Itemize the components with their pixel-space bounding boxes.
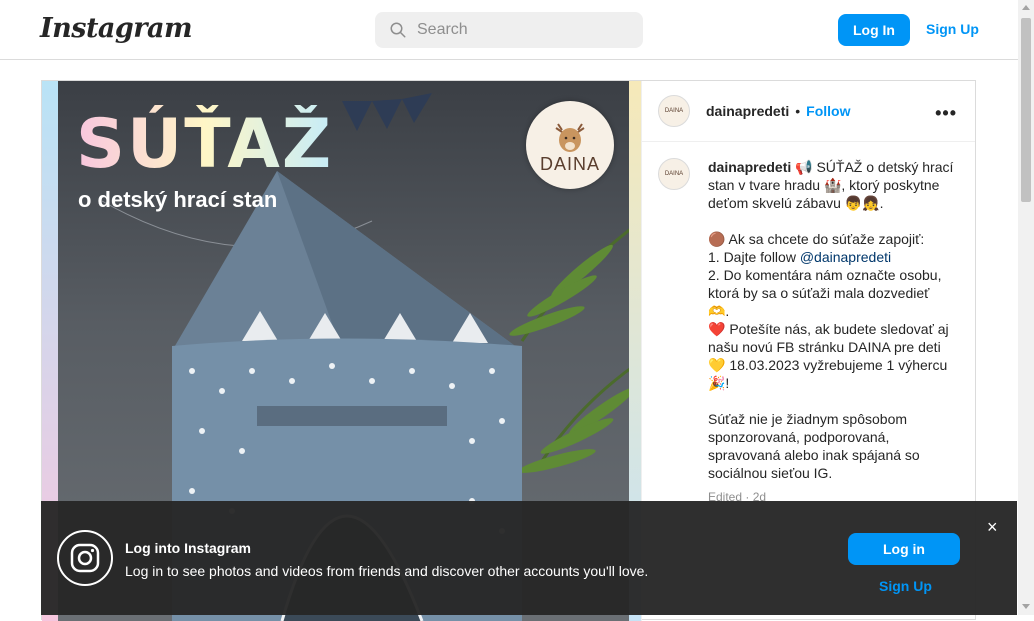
deer-icon — [555, 123, 585, 152]
image-title: SÚŤAŽ — [76, 105, 334, 184]
scroll-down-arrow-icon[interactable] — [1022, 604, 1030, 609]
search-bar[interactable] — [375, 12, 643, 48]
banner-text: Log in to see photos and videos from fri… — [125, 563, 649, 579]
post-caption: DAINA dainapredeti 📢 SÚŤAŽ o detský hrac… — [642, 142, 975, 506]
caption-mention-link[interactable]: @dainapredeti — [800, 249, 891, 265]
caption-avatar-text: DAINA — [664, 171, 684, 177]
search-icon — [390, 22, 406, 38]
daina-logo-text: DAINA — [539, 154, 600, 174]
caption-line-7: Súťaž nie je žiadnym spôsobom sponzorova… — [708, 411, 920, 481]
login-banner: Log into Instagram Log in to see photos … — [41, 501, 1017, 615]
instagram-icon — [57, 530, 113, 586]
banner-signup-link[interactable]: Sign Up — [879, 578, 932, 594]
separator-dot: • — [795, 103, 801, 119]
search-input[interactable] — [417, 21, 617, 39]
more-options-icon[interactable]: ••• — [935, 103, 957, 124]
post-username[interactable]: dainapredeti — [706, 103, 789, 119]
instagram-logo[interactable]: Instagram — [40, 13, 193, 44]
image-subtitle: o detský hrací stan — [78, 187, 278, 212]
scroll-up-arrow-icon[interactable] — [1022, 5, 1030, 10]
caption-avatar[interactable]: DAINA — [658, 158, 690, 190]
login-button[interactable]: Log In — [838, 14, 910, 46]
caption-line-3: 1. Dajte follow — [708, 249, 800, 265]
banner-title: Log into Instagram — [125, 540, 251, 556]
caption-line-2: 🟤 Ak sa chcete do súťaže zapojiť: — [708, 231, 925, 247]
caption-username[interactable]: dainapredeti — [708, 159, 791, 175]
top-nav: Instagram Log In Sign Up — [0, 0, 1018, 60]
caption-line-6: 💛 18.03.2023 vyžrebujeme 1 výhercu 🎉! — [708, 357, 948, 391]
signup-link[interactable]: Sign Up — [926, 21, 979, 37]
caption-line-5: ❤️ Potešíte nás, ak budete sledovať aj n… — [708, 321, 949, 355]
page-scrollbar[interactable] — [1018, 0, 1034, 615]
close-icon[interactable]: × — [987, 517, 998, 538]
avatar-text: DAINA — [664, 108, 684, 114]
caption-line-4: 2. Do komentára nám označte osobu, ktorá… — [708, 267, 942, 319]
post-header: DAINA dainapredeti • Follow ••• — [642, 81, 975, 142]
daina-logo: DAINA — [526, 101, 614, 189]
follow-button[interactable]: Follow — [806, 103, 850, 119]
banner-login-button[interactable]: Log in — [848, 533, 960, 565]
avatar[interactable]: DAINA — [658, 95, 690, 127]
scrollbar-thumb[interactable] — [1021, 18, 1031, 202]
